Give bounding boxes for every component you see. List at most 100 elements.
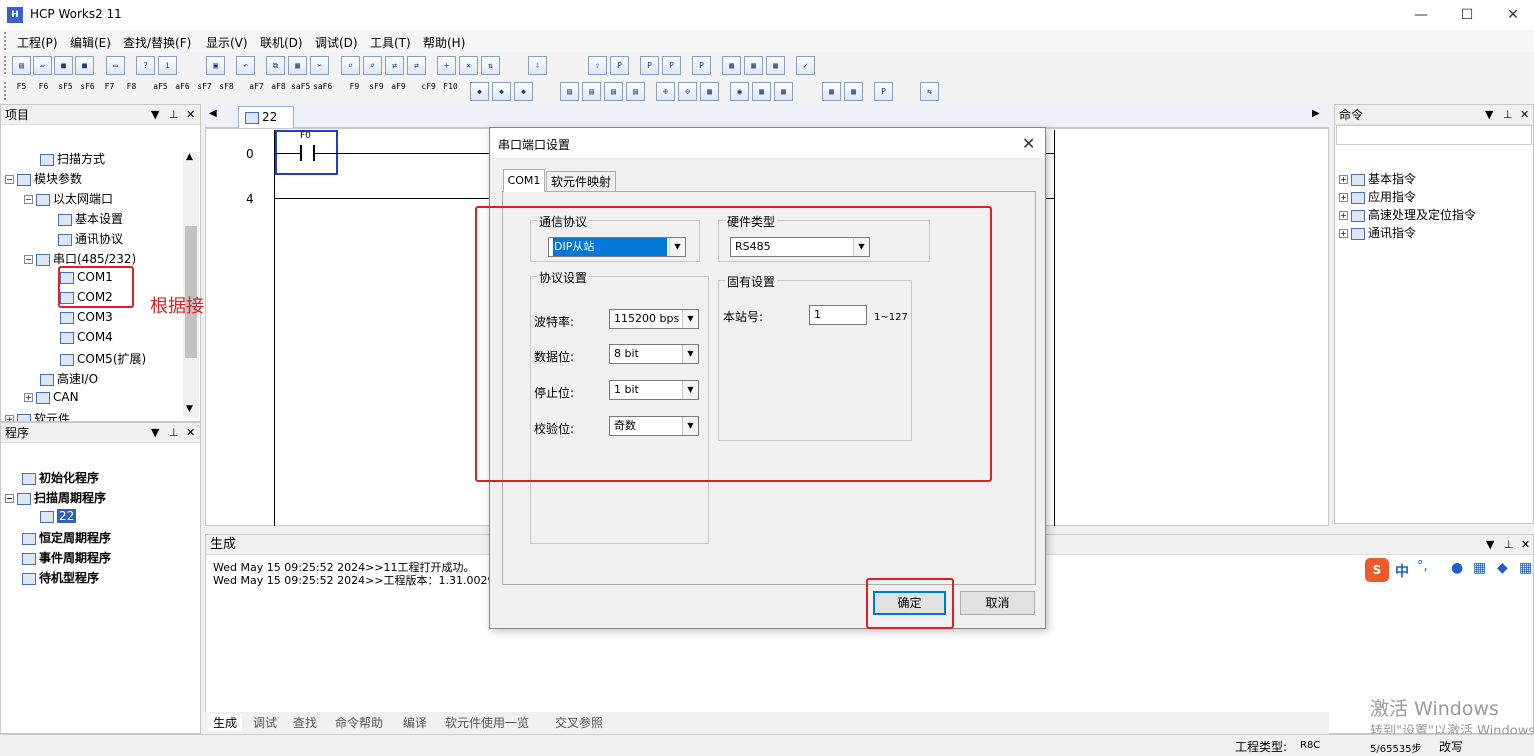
ime-lang[interactable]: 中 (1395, 561, 1409, 581)
tree-item-scan-mode[interactable]: 扫描方式 (40, 150, 105, 167)
tree-item-ethernet[interactable]: − 以太网端口 (24, 190, 113, 207)
menu-debug[interactable]: 调试(D) (315, 34, 358, 51)
pin-icon[interactable]: ⊥ (1503, 105, 1513, 125)
pin-icon[interactable]: ⊥ (1504, 535, 1514, 555)
mic-icon[interactable]: ● (1451, 560, 1463, 576)
menu-project[interactable]: 工程(P) (17, 34, 58, 51)
write-plc-icon[interactable]: ⇧ (588, 56, 607, 75)
fkey-f9[interactable]: F9 (345, 82, 364, 101)
skin-icon[interactable]: ◆ (1497, 560, 1508, 576)
menu-tools[interactable]: 工具(T) (370, 34, 411, 51)
pin-icon[interactable]: ⊥ (169, 105, 179, 125)
new-icon[interactable]: ▤ (12, 56, 31, 75)
lock-icon[interactable]: ▦ (822, 82, 841, 101)
tree-item-devices[interactable]: + 软元件 (5, 410, 70, 421)
cmd-item-comm[interactable]: + 通讯指令 (1339, 224, 1416, 241)
ladder-tool-icon[interactable]: ◆ (470, 82, 489, 101)
cut-icon[interactable]: ✂ (310, 56, 329, 75)
tree-item-init-program[interactable]: 初始化程序 (22, 469, 99, 486)
expand-icon[interactable]: + (1339, 211, 1348, 220)
replace-all-icon[interactable]: ⇄ (407, 56, 426, 75)
check-icon[interactable]: ✓ (796, 56, 815, 75)
save-icon[interactable]: ■ (54, 56, 73, 75)
collapse-icon[interactable]: − (24, 255, 33, 264)
delete-row-icon[interactable]: × (459, 56, 478, 75)
zoom-icon[interactable]: ⊕ (656, 82, 675, 101)
expand-icon[interactable]: + (1339, 175, 1348, 184)
expand-icon[interactable]: + (1339, 229, 1348, 238)
plc-status-icon[interactable]: P (692, 56, 711, 75)
dropdown-icon[interactable]: ▼ (151, 423, 159, 443)
fkey-af5[interactable]: aF5 (151, 82, 170, 101)
paste-icon[interactable]: ▦ (288, 56, 307, 75)
ladder-tool-icon[interactable]: ◆ (492, 82, 511, 101)
fkey-saf6[interactable]: saF6 (313, 82, 332, 101)
undo-icon[interactable]: ↶ (236, 56, 255, 75)
menu-view[interactable]: 显示(V) (206, 34, 248, 51)
command-search-input[interactable] (1336, 125, 1532, 145)
fkey-sf6[interactable]: sF6 (78, 82, 97, 101)
tree-item-event-program[interactable]: 事件周期程序 (22, 549, 111, 566)
tree-item-module-params[interactable]: − 模块参数 (5, 170, 82, 187)
fkey-f5[interactable]: F5 (12, 82, 31, 101)
open-icon[interactable]: ▱ (33, 56, 52, 75)
cmd-item-highspeed[interactable]: + 高速处理及定位指令 (1339, 206, 1476, 223)
fkey-cf9[interactable]: cF9 (419, 82, 438, 101)
tab-cross-ref[interactable]: 交叉参照 (550, 714, 608, 731)
device-monitor-icon[interactable]: ▦ (722, 56, 741, 75)
fkey-saf5[interactable]: saF5 (291, 82, 310, 101)
tab-command-help[interactable]: 命令帮助 (330, 714, 388, 731)
tree-item-hsio[interactable]: 高速I/O (40, 370, 98, 387)
menu-find-replace[interactable]: 查找/替换(F) (123, 34, 191, 51)
dropdown-icon[interactable]: ▼ (1486, 535, 1494, 555)
batch-monitor-icon[interactable]: ▦ (744, 56, 763, 75)
view-note-icon[interactable]: ▤ (626, 82, 645, 101)
dialog-tab-com1[interactable]: COM1 (503, 169, 545, 192)
expand-icon[interactable]: + (24, 393, 33, 402)
fkey-af6[interactable]: aF6 (173, 82, 192, 101)
plc-settings-icon[interactable]: P (874, 82, 893, 101)
cmd-item-basic[interactable]: + 基本指令 (1339, 170, 1416, 187)
fkey-f7[interactable]: F7 (100, 82, 119, 101)
sim-run-icon[interactable]: ▦ (774, 82, 793, 101)
tree-item-can[interactable]: + CAN (24, 390, 79, 404)
tab-build[interactable]: 生成 (208, 714, 243, 731)
find-icon[interactable]: ⌕ (341, 56, 360, 75)
tree-item-standby-program[interactable]: 待机型程序 (22, 569, 99, 586)
plc-icon[interactable]: P (610, 56, 629, 75)
comm-icon[interactable]: ⇆ (920, 82, 939, 101)
collapse-icon[interactable]: − (24, 195, 33, 204)
tree-item-comm-protocol[interactable]: 通讯协议 (58, 230, 123, 247)
fkey-sf7[interactable]: sF7 (195, 82, 214, 101)
tree-item-serial[interactable]: − 串口(485/232) (24, 250, 136, 267)
collapse-icon[interactable]: − (5, 175, 14, 184)
tree-item-com3[interactable]: COM3 (60, 310, 113, 324)
fkey-f10[interactable]: F10 (441, 82, 460, 101)
panel-close-icon[interactable]: ✕ (186, 105, 195, 125)
device-list-icon[interactable]: ▦ (700, 82, 719, 101)
tab-find[interactable]: 查找 (288, 714, 322, 731)
fkey-f6[interactable]: F6 (34, 82, 53, 101)
tree-item-fixed-program[interactable]: 恒定周期程序 (22, 529, 111, 546)
collapse-icon[interactable]: − (5, 494, 14, 503)
tab-scroll-right-icon[interactable]: ▶ (1312, 108, 1320, 119)
dropdown-icon[interactable]: ▼ (151, 105, 159, 125)
tree-item-program-22[interactable]: 22 (40, 509, 77, 523)
insert-row-icon[interactable]: + (437, 56, 456, 75)
fkey-af9[interactable]: aF9 (389, 82, 408, 101)
expand-icon[interactable]: + (1339, 193, 1348, 202)
monitor-icon[interactable]: P (640, 56, 659, 75)
info-icon[interactable]: i (158, 56, 177, 75)
tab-scroll-left-icon[interactable]: ◀ (209, 108, 217, 119)
tree-item-com5[interactable]: COM5(扩展) (60, 350, 146, 367)
sogou-icon[interactable]: S (1365, 558, 1389, 582)
scroll-down-icon[interactable]: ▼ (186, 404, 193, 414)
dialog-tab-device-map[interactable]: 软元件映射 (546, 171, 616, 192)
fkey-sf9[interactable]: sF9 (367, 82, 386, 101)
tab-debug[interactable]: 调试 (248, 714, 282, 731)
dialog-close-icon[interactable]: ✕ (1022, 134, 1035, 153)
cancel-button[interactable]: 取消 (960, 591, 1035, 615)
cmd-item-applied[interactable]: + 应用指令 (1339, 188, 1416, 205)
tab-compile[interactable]: 编译 (398, 714, 432, 731)
fkey-af7[interactable]: aF7 (247, 82, 266, 101)
